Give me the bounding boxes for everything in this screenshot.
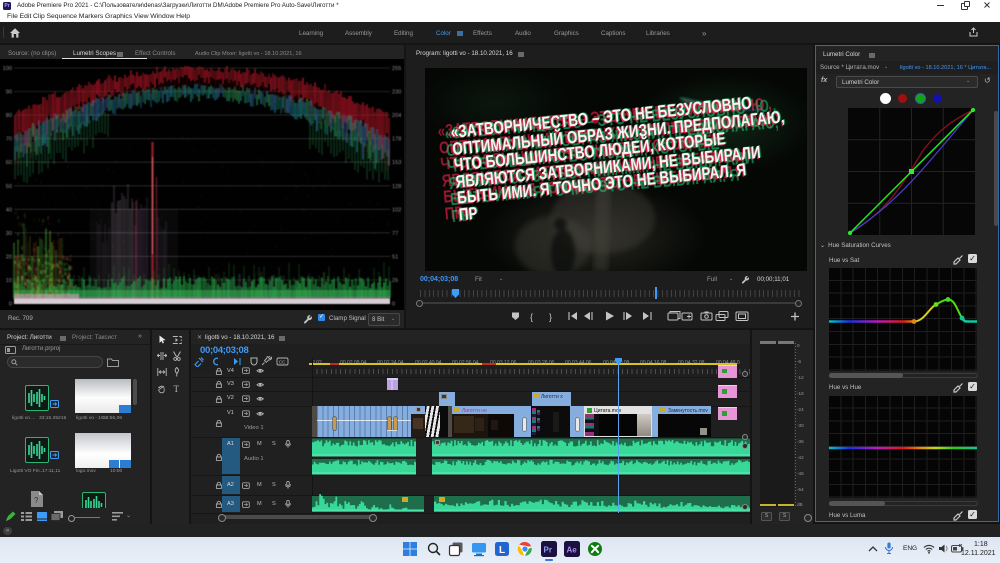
svg-text:70: 70 (6, 137, 12, 143)
svg-text:T: T (174, 384, 180, 394)
svg-text:26: 26 (392, 278, 398, 284)
svg-text:0: 0 (392, 302, 395, 308)
svg-text:178: 178 (392, 137, 401, 143)
svg-text:90: 90 (6, 90, 12, 96)
svg-text:77: 77 (392, 231, 398, 237)
svg-text:Pr: Pr (544, 546, 552, 555)
svg-text:80: 80 (6, 113, 12, 119)
svg-text:0: 0 (9, 302, 12, 308)
svg-text:{: { (530, 312, 533, 322)
svg-text:10: 10 (6, 278, 12, 284)
svg-text:Ae: Ae (567, 546, 578, 555)
svg-text:}: } (549, 312, 552, 322)
svg-text:230: 230 (392, 90, 401, 96)
svg-text:40: 40 (6, 207, 12, 213)
svg-text:20: 20 (6, 254, 12, 260)
svg-text:128: 128 (392, 184, 401, 190)
svg-text:51: 51 (392, 254, 398, 260)
svg-text:30: 30 (6, 231, 12, 237)
svg-text:?: ? (34, 496, 39, 505)
svg-text:50: 50 (6, 184, 12, 190)
svg-text:153: 153 (392, 160, 401, 166)
svg-text:204: 204 (392, 113, 401, 119)
svg-text:60: 60 (6, 160, 12, 166)
svg-text:100: 100 (3, 66, 12, 72)
svg-text:102: 102 (392, 207, 401, 213)
svg-text:L: L (499, 545, 505, 556)
svg-text:255: 255 (392, 66, 401, 72)
